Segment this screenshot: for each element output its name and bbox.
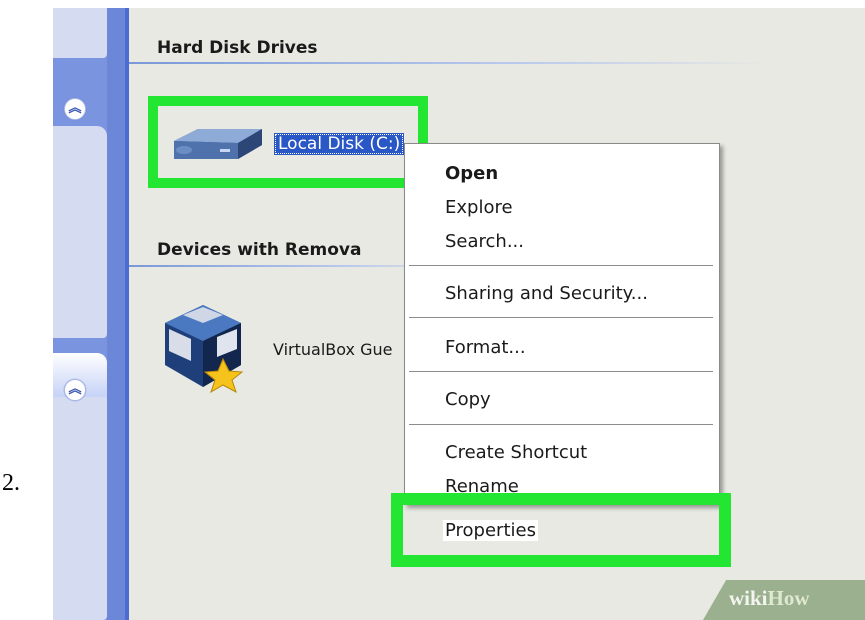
virtualbox-icon bbox=[165, 305, 244, 393]
watermark-brand-part2: How bbox=[767, 586, 810, 610]
menu-item-format[interactable]: Format... bbox=[445, 337, 526, 358]
device-item-virtualbox[interactable]: VirtualBox Gue bbox=[161, 303, 421, 393]
task-pane: ︽ ︽ bbox=[53, 8, 129, 620]
drive-label[interactable]: Local Disk (C:) bbox=[274, 133, 405, 155]
drive-item-local-disk[interactable]: Local Disk (C:) bbox=[148, 96, 428, 186]
menu-separator bbox=[409, 317, 713, 319]
menu-item-sharing-security[interactable]: Sharing and Security... bbox=[445, 283, 648, 304]
task-panel-middle: ︽ bbox=[53, 98, 107, 338]
menu-separator bbox=[409, 371, 713, 373]
context-menu: Open Explore Search... Sharing and Secur… bbox=[404, 143, 720, 505]
task-panel-bottom: ︽ bbox=[53, 353, 107, 620]
task-pane-edge bbox=[125, 8, 129, 620]
collapse-chevron-icon[interactable]: ︽ bbox=[64, 98, 86, 120]
hard-drive-icon bbox=[174, 129, 262, 159]
menu-separator bbox=[409, 424, 713, 426]
menu-item-search[interactable]: Search... bbox=[445, 231, 524, 252]
step-number: 2. bbox=[2, 470, 20, 496]
menu-item-properties[interactable]: Properties bbox=[443, 520, 538, 541]
group-heading-removable-storage: Devices with Remova bbox=[157, 240, 362, 260]
highlight-box-properties bbox=[391, 493, 731, 567]
watermark-brand-part1: wiki bbox=[729, 586, 768, 610]
menu-item-open[interactable]: Open bbox=[445, 163, 498, 184]
group-heading-hard-disk-drives: Hard Disk Drives bbox=[157, 38, 318, 58]
device-label[interactable]: VirtualBox Gue bbox=[273, 340, 393, 359]
explorer-window: ︽ ︽ Hard Disk Drives Local Disk (C:) Dev… bbox=[53, 8, 865, 620]
wikihow-watermark: wikiHow bbox=[729, 586, 810, 611]
task-panel-top bbox=[53, 8, 107, 58]
collapse-chevron-icon[interactable]: ︽ bbox=[64, 379, 86, 401]
group-divider bbox=[129, 62, 769, 64]
menu-item-explore[interactable]: Explore bbox=[445, 197, 513, 218]
menu-item-create-shortcut[interactable]: Create Shortcut bbox=[445, 442, 587, 463]
menu-separator bbox=[409, 265, 713, 267]
menu-item-copy[interactable]: Copy bbox=[445, 389, 491, 410]
